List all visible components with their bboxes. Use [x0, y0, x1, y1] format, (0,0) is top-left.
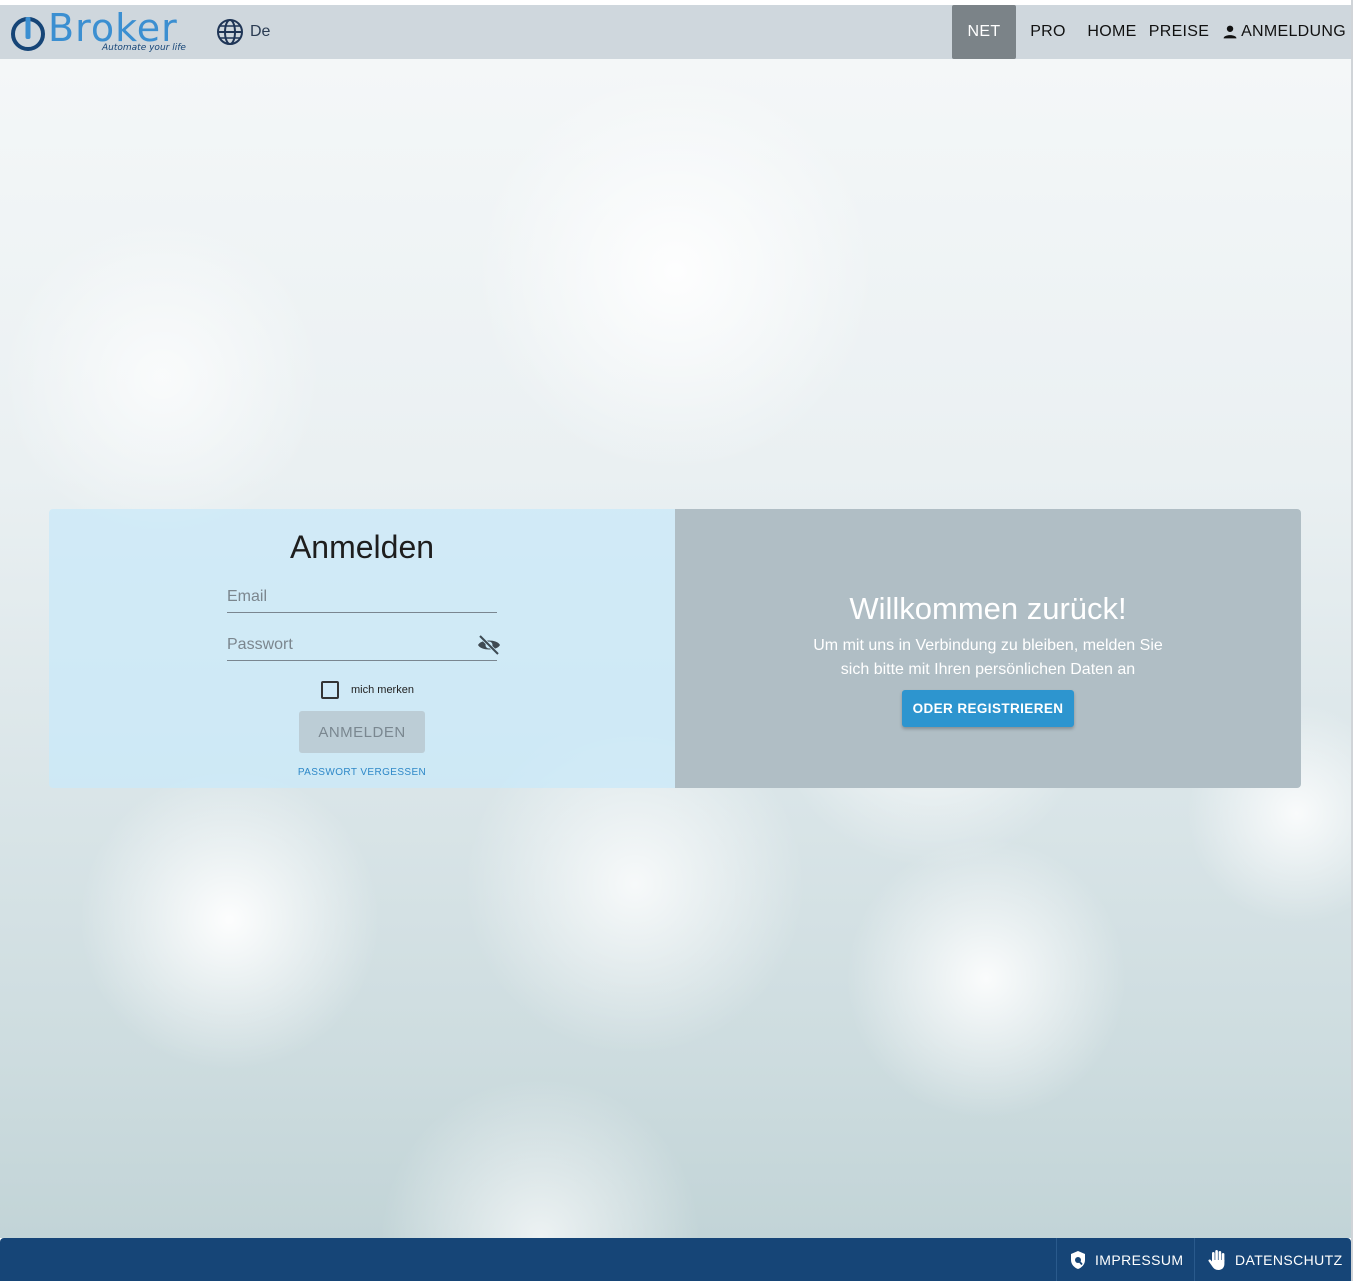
nav-anmeldung-label: ANMELDUNG — [1241, 23, 1346, 40]
welcome-title: Willkommen zurück! — [849, 591, 1127, 626]
forgot-password-link[interactable]: PASSWORT VERGESSEN — [49, 767, 675, 778]
welcome-panel: Willkommen zurück! Um mit uns in Verbind… — [675, 509, 1301, 788]
nav-anmeldung[interactable]: ANMELDUNG — [1222, 5, 1346, 59]
eye-off-icon[interactable] — [477, 633, 501, 657]
top-navigation-bar: Broker Automate your life De NET PRO HOM… — [0, 5, 1351, 59]
email-field-wrapper — [227, 583, 497, 613]
language-selector[interactable]: De — [216, 18, 270, 46]
remember-me[interactable]: mich merken — [321, 681, 414, 699]
nav-pro[interactable]: PRO — [1026, 5, 1070, 59]
password-field-wrapper — [227, 631, 500, 661]
language-label: De — [250, 23, 271, 40]
remember-label: mich merken — [351, 684, 414, 696]
footer-datenschutz-link[interactable]: DATENSCHUTZ — [1194, 1238, 1351, 1281]
login-panel: Anmelden mich merken ANMELDEN PASSWORT V… — [49, 509, 675, 788]
nav-net[interactable]: NET — [952, 5, 1016, 59]
footer-impressum-link[interactable]: IMPRESSUM — [1056, 1238, 1194, 1281]
logo-tagline: Automate your life — [102, 43, 186, 53]
register-button[interactable]: ODER REGISTRIEREN — [902, 690, 1074, 727]
globe-icon — [217, 19, 243, 45]
hand-icon — [1208, 1249, 1225, 1270]
person-icon — [1223, 25, 1237, 39]
nav-preise[interactable]: PREISE — [1148, 5, 1210, 59]
nav-home[interactable]: HOME — [1084, 5, 1140, 59]
footer: IMPRESSUM DATENSCHUTZ — [0, 1238, 1351, 1281]
logo-power-icon — [11, 17, 45, 51]
footer-impressum-label: IMPRESSUM — [1095, 1251, 1184, 1268]
email-input[interactable] — [227, 583, 497, 611]
shield-icon — [1071, 1250, 1085, 1269]
footer-datenschutz-label: DATENSCHUTZ — [1235, 1251, 1343, 1268]
remember-checkbox[interactable] — [321, 681, 339, 699]
iobroker-logo[interactable]: Broker Automate your life — [10, 6, 200, 54]
login-title: Anmelden — [289, 529, 435, 565]
password-input[interactable] — [227, 631, 497, 659]
login-submit-button[interactable]: ANMELDEN — [299, 711, 425, 753]
welcome-text: Um mit uns in Verbindung zu bleiben, mel… — [813, 637, 1163, 678]
